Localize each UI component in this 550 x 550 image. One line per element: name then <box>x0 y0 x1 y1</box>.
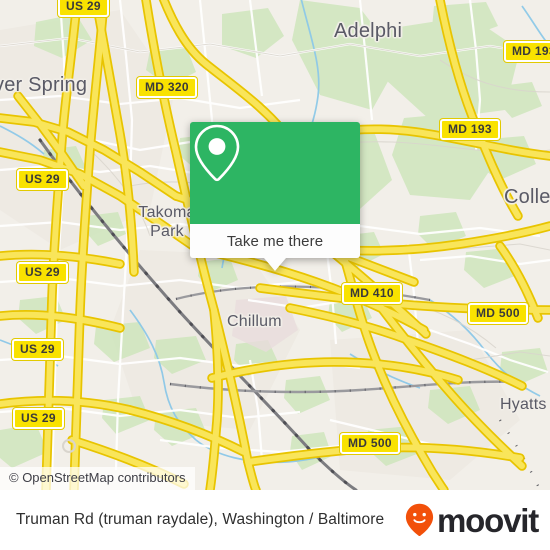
map-pin-icon <box>194 124 240 182</box>
highway-shield-md-500-a: MD 500 <box>468 303 528 324</box>
highway-shield-us-29-top: US 29 <box>58 0 109 17</box>
highway-shield-us-29-a: US 29 <box>17 169 68 190</box>
moovit-station-map-card: ver Spring Adelphi Colle Takoma Park Chi… <box>0 0 550 550</box>
highway-shield-us-29-b: US 29 <box>17 262 68 283</box>
take-me-there-button[interactable]: Take me there <box>190 224 360 258</box>
popup-pointer-tail <box>264 258 286 271</box>
take-me-there-label: Take me there <box>226 232 324 250</box>
highway-shield-md-320: MD 320 <box>137 77 197 98</box>
moovit-wordmark: moovit <box>437 501 539 539</box>
map-canvas[interactable]: ver Spring Adelphi Colle Takoma Park Chi… <box>0 0 550 490</box>
highway-shield-md-500-b: MD 500 <box>340 433 400 454</box>
highway-shield-md-193-top: MD 193 <box>504 41 550 62</box>
popup-icon-area <box>190 122 360 224</box>
moovit-smiley-pin-icon <box>405 503 434 536</box>
footer-bar: Truman Rd (truman raydale), Washington /… <box>0 490 550 550</box>
moovit-logo[interactable]: moovit <box>405 501 539 539</box>
highway-shield-md-410: MD 410 <box>342 283 402 304</box>
destination-popup-card[interactable]: Take me there <box>190 122 360 271</box>
highway-shield-md-193-mid: MD 193 <box>440 119 500 140</box>
highway-shield-us-29-d: US 29 <box>13 408 64 429</box>
station-title: Truman Rd (truman raydale), Washington /… <box>16 511 385 528</box>
osm-attribution[interactable]: © OpenStreetMap contributors <box>0 467 195 490</box>
highway-shield-us-29-c: US 29 <box>12 339 63 360</box>
